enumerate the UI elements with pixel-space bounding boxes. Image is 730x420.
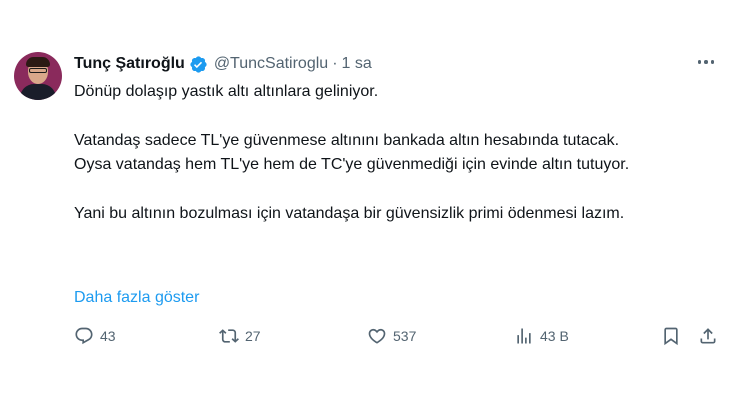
views-chart-icon [517,328,531,344]
author-handle[interactable]: @TuncSatiroglu [214,55,328,73]
share-icon [700,328,716,344]
reply-button[interactable]: 43 [74,326,116,346]
view-count: 43 B [540,328,569,344]
heart-icon [368,328,386,344]
reply-icon [75,327,93,345]
action-bar: 43 27 537 43 B [0,326,730,350]
avatar-shirt [20,84,56,100]
author-name[interactable]: Tunç Şatıroğlu [74,55,185,73]
tweet-paragraph: Yani bu altının bozulması için vatandaşa… [74,205,625,222]
verified-badge-icon [189,55,208,74]
tweet-paragraph: Dönüp dolaşıp yastık altı altınlara geli… [74,83,379,100]
retweet-icon [219,329,239,343]
avatar-glasses [29,68,47,73]
retweet-count: 27 [245,328,261,344]
share-button[interactable] [698,326,718,346]
bookmark-icon [664,327,678,346]
more-options-icon[interactable] [694,56,719,68]
tweet-time[interactable]: 1 sa [342,55,372,73]
reply-count: 43 [100,328,116,344]
tweet-header: Tunç Şatıroğlu @TuncSatiroglu · 1 sa [74,54,372,74]
avatar-hair [26,57,50,67]
like-count: 537 [393,328,417,344]
tweet-card: Tunç Şatıroğlu @TuncSatiroglu · 1 sa Dön… [0,0,730,420]
show-more-link[interactable]: Daha fazla göster [74,286,199,310]
views-button[interactable]: 43 B [514,326,569,346]
bookmark-button[interactable] [661,326,681,346]
separator-dot: · [332,55,338,72]
like-button[interactable]: 537 [367,326,416,346]
avatar[interactable] [14,52,62,100]
tweet-paragraph: Vatandaş sadece TL'ye güvenmese altınını… [74,132,630,173]
tweet-text: Dönüp dolaşıp yastık altı altınlara geli… [74,80,634,251]
retweet-button[interactable]: 27 [219,326,261,346]
